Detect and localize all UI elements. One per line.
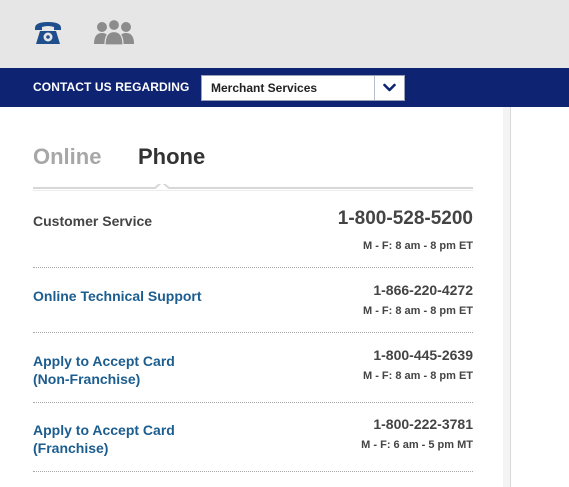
contact-hours: M - F: 6 am - 5 pm MT: [361, 439, 473, 451]
topic-select-button[interactable]: [374, 76, 404, 100]
contact-link-apply-non-franchise[interactable]: Apply to Accept Card (Non-Franchise): [33, 352, 175, 388]
contact-hours: M - F: 8 am - 8 pm ET: [362, 305, 473, 317]
row-divider: [33, 402, 473, 403]
contact-link-technical-support[interactable]: Online Technical Support: [33, 287, 202, 305]
contact-link-apply-franchise[interactable]: Apply to Accept Card (Franchise): [33, 421, 175, 457]
phone-icon[interactable]: [32, 19, 64, 47]
contact-row-customer-service: Customer Service 1-800-528-5200 M - F: 8…: [33, 205, 473, 255]
contact-hours: M - F: 8 am - 8 pm ET: [362, 370, 473, 382]
contact-number: 1-800-445-2639: [373, 347, 473, 363]
people-icon[interactable]: [93, 18, 135, 46]
tab-online[interactable]: Online: [33, 144, 101, 170]
side-panel: [503, 107, 569, 487]
topic-select[interactable]: Merchant Services: [201, 75, 405, 101]
row-divider: [33, 332, 473, 333]
tab-phone[interactable]: Phone: [138, 144, 205, 170]
contact-row-apply-non-franchise[interactable]: Apply to Accept Card (Non-Franchise) 1-8…: [33, 345, 473, 389]
contact-row-apply-franchise[interactable]: Apply to Accept Card (Franchise) 1-800-2…: [33, 414, 473, 458]
contact-number: 1-800-528-5200: [337, 208, 473, 229]
row-divider: [33, 267, 473, 268]
contact-number: 1-866-220-4272: [373, 282, 473, 298]
contact-row-technical-support[interactable]: Online Technical Support 1-866-220-4272 …: [33, 280, 473, 320]
contact-hours: M - F: 8 am - 8 pm ET: [362, 240, 473, 252]
top-toolbar: [0, 0, 569, 68]
contact-label-customer-service: Customer Service: [33, 213, 153, 229]
tab-underline: [33, 184, 473, 191]
contact-number: 1-800-222-3781: [373, 416, 473, 432]
chevron-down-icon: [383, 83, 396, 92]
topic-select-value: Merchant Services: [211, 81, 318, 95]
row-divider: [33, 471, 473, 472]
contact-label: CONTACT US REGARDING: [33, 80, 190, 94]
